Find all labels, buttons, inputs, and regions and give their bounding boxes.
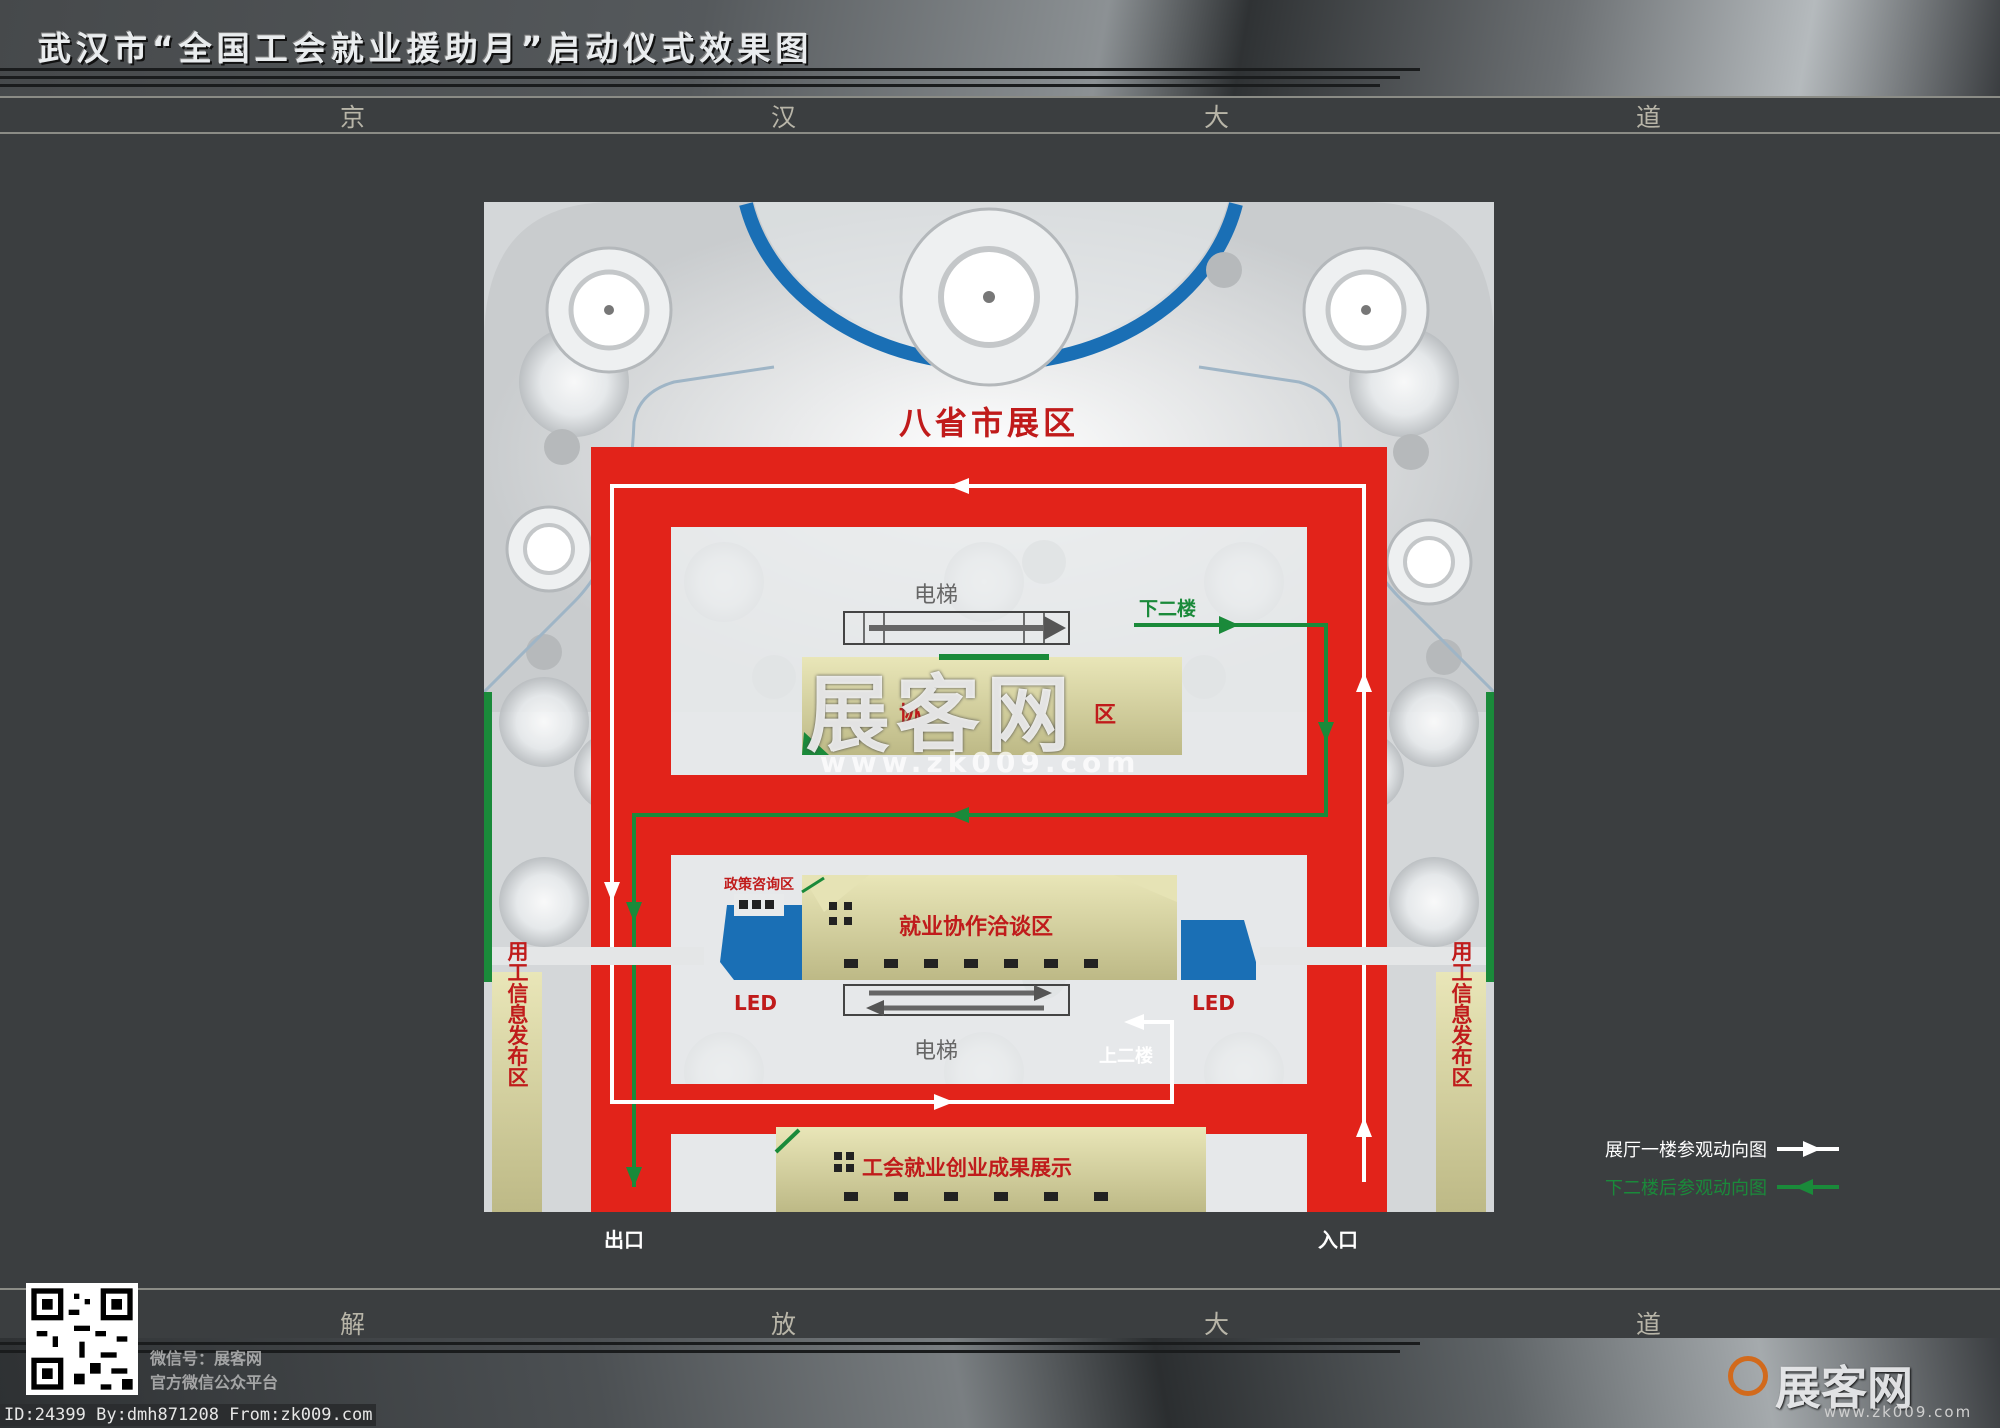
qr-code-icon <box>26 1283 138 1395</box>
road-char: 解 <box>340 1310 366 1339</box>
header-stripe <box>0 76 1400 79</box>
policy-booth <box>720 905 802 980</box>
upper-zone-partial-right: 区 <box>1094 703 1116 728</box>
white-arrow-icon <box>1777 1141 1839 1157</box>
right-blue-booth <box>1181 920 1256 980</box>
led-label-left: LED <box>734 991 777 1015</box>
exit-label: 出口 <box>604 1228 644 1252</box>
watermark-url: www.zk009.com <box>820 746 1141 779</box>
elevator-label-bottom: 电梯 <box>914 1039 958 1064</box>
policy-zone-label: 政策咨询区 <box>724 876 794 893</box>
elevator-label-top: 电梯 <box>914 583 958 608</box>
header-stripe <box>0 84 1380 87</box>
down-second-floor-label: 下二楼 <box>1139 597 1196 620</box>
page-title: 武汉市“全国工会就业援助月”启动仪式效果图 <box>38 29 814 68</box>
up-second-floor-label: 上二楼 <box>1099 1045 1153 1067</box>
brand-url: www.zk009.com <box>1824 1403 1973 1421</box>
wechat-line-1: 微信号：展客网 <box>150 1349 263 1368</box>
entrance-label: 入口 <box>1318 1228 1358 1252</box>
road-char: 放 <box>771 1310 797 1339</box>
legend-first-floor: 展厅一楼参观动向图 <box>1605 1136 1839 1162</box>
road-line-top <box>0 96 2000 98</box>
brand-logo-icon <box>1728 1356 1768 1396</box>
negotiation-zone-label: 就业协作洽谈区 <box>899 914 1053 940</box>
road-char: 京 <box>340 103 366 132</box>
achievements-zone-label: 工会就业创业成果展示 <box>862 1156 1072 1180</box>
road-char: 道 <box>1636 103 1662 132</box>
legend-after-second-floor: 下二楼后参观动向图 <box>1605 1174 1839 1200</box>
road-char: 大 <box>1204 103 1230 132</box>
wechat-line-2: 官方微信公众平台 <box>150 1373 279 1392</box>
info-zone-left: 用工信息发布区 <box>505 941 530 1088</box>
road-char: 道 <box>1636 1310 1662 1339</box>
info-zone-right: 用工信息发布区 <box>1449 941 1474 1088</box>
qr-code <box>26 1283 138 1395</box>
road-char: 汉 <box>771 103 797 132</box>
provinces-zone-label: 八省市展区 <box>899 404 1079 442</box>
legend-first-floor-label: 展厅一楼参观动向图 <box>1605 1140 1767 1161</box>
id-footnote: ID:24399 By:dmh871208 From:zk009.com <box>0 1404 377 1426</box>
road-line-top <box>0 132 2000 134</box>
header-stripe <box>0 68 1420 71</box>
road-char: 大 <box>1204 1310 1230 1339</box>
led-label-right: LED <box>1192 991 1235 1015</box>
road-line-bottom <box>0 1288 2000 1290</box>
green-arrow-icon <box>1777 1179 1839 1195</box>
legend-after-second-floor-label: 下二楼后参观动向图 <box>1605 1178 1767 1199</box>
